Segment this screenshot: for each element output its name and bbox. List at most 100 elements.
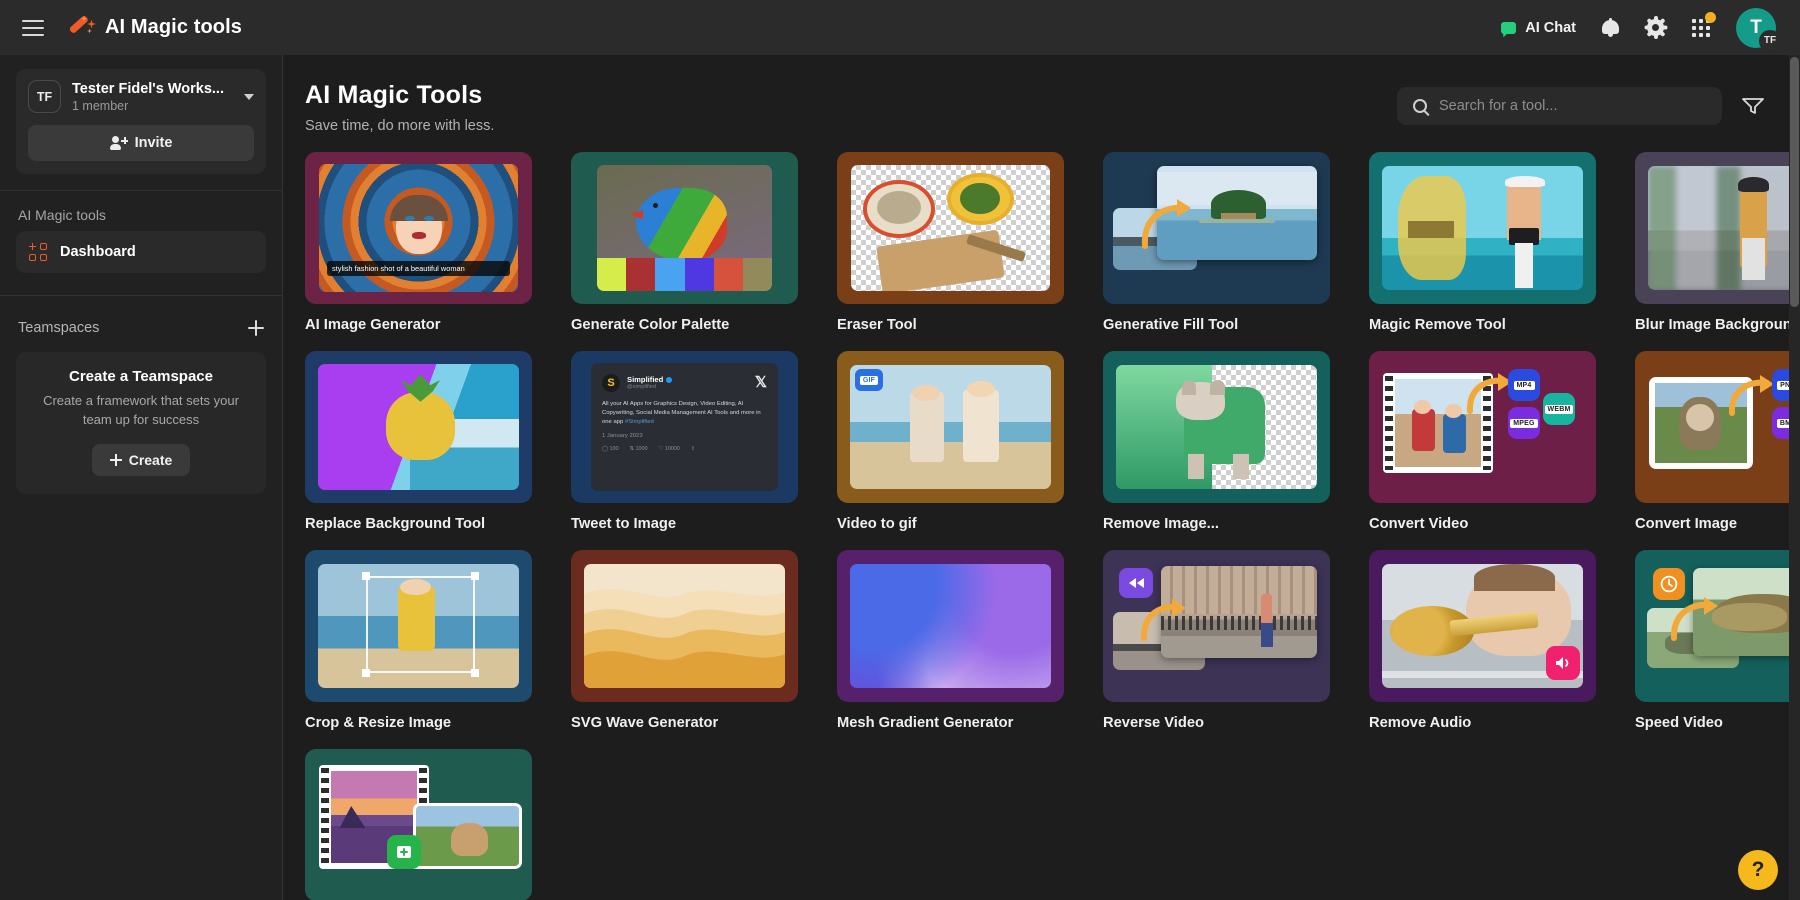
- tool-card-label: SVG Wave Generator: [571, 715, 798, 731]
- tool-card-label: Eraser Tool: [837, 317, 1064, 333]
- page-title: AI Magic Tools: [305, 81, 494, 110]
- audio-badge-icon: [1546, 646, 1580, 680]
- sidebar-divider-2: [0, 295, 282, 296]
- invite-button[interactable]: Invite: [28, 125, 254, 161]
- gear-icon[interactable]: [1645, 17, 1666, 38]
- workspace-selector[interactable]: TF Tester Fidel's Works... 1 member: [28, 80, 254, 113]
- tool-card-speed-video[interactable]: Speed Video: [1635, 550, 1800, 731]
- dashboard-icon: [29, 243, 47, 261]
- sidebar-section-label: AI Magic tools: [0, 191, 282, 231]
- tool-card-label: Crop & Resize Image: [305, 715, 532, 731]
- tool-card-video-to-gif[interactable]: GIF Video to gif: [837, 351, 1064, 532]
- tool-card-eraser-tool[interactable]: Eraser Tool: [837, 152, 1064, 333]
- bell-icon[interactable]: [1602, 18, 1619, 37]
- page-subtitle: Save time, do more with less.: [305, 118, 494, 134]
- brand-title: AI Magic tools: [105, 16, 242, 39]
- tool-thumbnail: [1103, 351, 1330, 503]
- tool-card-convert-video[interactable]: MP4 WEBM MPEG Convert Video: [1369, 351, 1596, 532]
- tool-thumbnail: [305, 550, 532, 702]
- teamspaces-title: Teamspaces: [18, 320, 99, 336]
- tool-card-label: Reverse Video: [1103, 715, 1330, 731]
- tool-card-label: Convert Video: [1369, 516, 1596, 532]
- tool-card-label: Remove Audio: [1369, 715, 1596, 731]
- page-scrollbar[interactable]: [1789, 55, 1800, 900]
- tool-card-svg-wave-generator[interactable]: SVG Wave Generator: [571, 550, 798, 731]
- tool-card-ai-image-generator[interactable]: stylish fashion shot of a beautiful woma…: [305, 152, 532, 333]
- x-logo-icon: 𝕏: [755, 373, 767, 392]
- tool-card-label: Magic Remove Tool: [1369, 317, 1596, 333]
- tool-card-convert-image[interactable]: PNG WEBP BMP Convert Image: [1635, 351, 1800, 532]
- format-badge-webm: WEBM: [1543, 393, 1575, 425]
- create-teamspace-desc: Create a framework that sets your team u…: [32, 392, 250, 430]
- tool-card-magic-remove-tool[interactable]: Magic Remove Tool: [1369, 152, 1596, 333]
- search-box[interactable]: [1397, 87, 1722, 125]
- ai-chat-label: AI Chat: [1525, 20, 1576, 36]
- workspace-card: TF Tester Fidel's Works... 1 member Invi…: [16, 69, 266, 174]
- tools-grid: stylish fashion shot of a beautiful woma…: [283, 134, 1800, 900]
- tweet-replies: ◯ 100: [602, 446, 619, 452]
- tool-card-blur-image-background[interactable]: Blur Image Background: [1635, 152, 1800, 333]
- tool-card-replace-background-tool[interactable]: Replace Background Tool: [305, 351, 532, 532]
- tweet-share-icon: ⇧: [691, 446, 696, 452]
- tool-card-remove-image-background[interactable]: Remove Image...: [1103, 351, 1330, 532]
- workspace-members: 1 member: [72, 99, 233, 113]
- tool-card-label: Video to gif: [837, 516, 1064, 532]
- tool-thumbnail: stylish fashion shot of a beautiful woma…: [305, 152, 532, 304]
- help-button[interactable]: ?: [1738, 850, 1778, 890]
- tool-card-remove-audio[interactable]: Remove Audio: [1369, 550, 1596, 731]
- plus-icon: [110, 454, 122, 466]
- tweet-retweets: ⇅ 1000: [630, 446, 648, 452]
- tool-thumbnail: MP4 WEBM MPEG: [1369, 351, 1596, 503]
- teamspaces-header: Teamspaces: [0, 314, 282, 342]
- tool-thumbnail: [1635, 550, 1800, 702]
- add-teamspace-icon[interactable]: [248, 320, 264, 336]
- tool-thumbnail: [1635, 152, 1800, 304]
- chevron-down-icon[interactable]: [244, 94, 254, 100]
- tool-thumbnail: [837, 550, 1064, 702]
- top-bar-actions: AI Chat T TF: [1501, 8, 1782, 48]
- tool-card-label: Remove Image...: [1103, 516, 1330, 532]
- create-label: Create: [129, 452, 173, 468]
- tool-card-partial[interactable]: [305, 749, 532, 900]
- tool-thumbnail: [1369, 550, 1596, 702]
- tweet-date: 1 January 2023: [602, 433, 767, 439]
- create-teamspace-button[interactable]: Create: [92, 444, 190, 476]
- tool-thumbnail: [571, 152, 798, 304]
- tool-card-label: Speed Video: [1635, 715, 1800, 731]
- filter-funnel-icon[interactable]: [1742, 98, 1764, 114]
- tool-thumbnail: [305, 351, 532, 503]
- avatar[interactable]: T TF: [1736, 8, 1776, 48]
- tool-card-generative-fill-tool[interactable]: Generative Fill Tool: [1103, 152, 1330, 333]
- main-header: AI Magic Tools Save time, do more with l…: [283, 55, 1800, 134]
- search-input[interactable]: [1439, 98, 1706, 114]
- tool-thumbnail: [1103, 550, 1330, 702]
- tool-card-generate-color-palette[interactable]: Generate Color Palette: [571, 152, 798, 333]
- scrollbar-thumb[interactable]: [1790, 57, 1799, 307]
- chat-bubble-icon: [1501, 22, 1516, 34]
- tweet-hashtag: #Simplified: [625, 419, 654, 425]
- rewind-badge-icon: [1119, 568, 1153, 598]
- tool-card-label: Convert Image: [1635, 516, 1800, 532]
- tool-card-label: AI Image Generator: [305, 317, 532, 333]
- tool-thumbnail: [837, 152, 1064, 304]
- tool-card-mesh-gradient-generator[interactable]: Mesh Gradient Generator: [837, 550, 1064, 731]
- brand[interactable]: AI Magic tools: [68, 15, 242, 41]
- search-icon: [1413, 99, 1427, 113]
- tool-card-tweet-to-image[interactable]: S Simplified @simplified 𝕏 All your AI A…: [571, 351, 798, 532]
- tool-card-label: Tweet to Image: [571, 516, 798, 532]
- ai-chat-button[interactable]: AI Chat: [1501, 20, 1576, 36]
- tool-thumbnail: [1369, 152, 1596, 304]
- sidebar-item-label: Dashboard: [60, 244, 136, 260]
- apps-grid-icon[interactable]: [1692, 19, 1710, 37]
- main-content: AI Magic Tools Save time, do more with l…: [283, 55, 1800, 900]
- tool-thumbnail: [571, 550, 798, 702]
- tool-thumbnail: PNG WEBP BMP: [1635, 351, 1800, 503]
- tool-card-reverse-video[interactable]: Reverse Video: [1103, 550, 1330, 731]
- magic-wand-icon: [68, 15, 94, 41]
- sidebar-item-dashboard[interactable]: Dashboard: [16, 231, 266, 273]
- tool-card-crop-resize-image[interactable]: Crop & Resize Image: [305, 550, 532, 731]
- tweet-account: Simplified: [627, 375, 663, 384]
- invite-label: Invite: [135, 135, 173, 151]
- top-bar: AI Magic tools AI Chat T TF: [0, 0, 1800, 55]
- hamburger-menu-icon[interactable]: [22, 20, 44, 36]
